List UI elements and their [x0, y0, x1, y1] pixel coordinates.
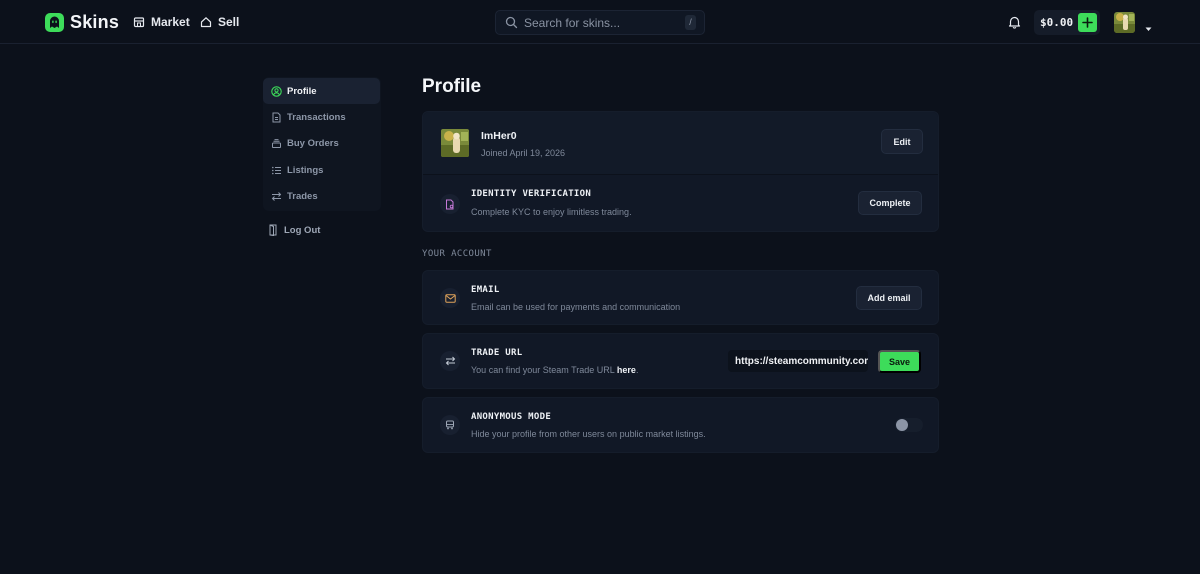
anonymous-mode-title: ANONYMOUS MODE [471, 412, 552, 422]
search-bar: / [495, 10, 705, 35]
swap-icon [271, 191, 282, 201]
edit-profile-button[interactable]: Edit [881, 129, 923, 154]
nav-sell-label: Sell [218, 15, 240, 29]
mail-icon [444, 293, 456, 303]
identity-description: Complete KYC to enjoy limitless trading. [471, 207, 632, 217]
user-avatar[interactable] [1114, 12, 1135, 33]
card-divider [423, 174, 938, 175]
user-circle-icon [271, 85, 282, 97]
profile-summary: ImHer0 Joined April 19, 2026 Edit [423, 112, 938, 174]
trade-url-title: TRADE URL [471, 348, 523, 358]
email-icon-badge [440, 288, 460, 308]
search-input[interactable] [524, 14, 674, 32]
nav-market-label: Market [151, 15, 190, 29]
list-icon [272, 166, 281, 174]
nav-sell[interactable]: Sell [200, 15, 239, 29]
profile-username: ImHer0 [481, 130, 517, 142]
ghost-logo-icon [45, 13, 64, 32]
sidebar-item-label: Profile [287, 85, 317, 97]
trade-url-input[interactable] [728, 350, 868, 372]
brand-name: Skins [70, 12, 120, 32]
email-card: EMAIL Email can be used for payments and… [422, 270, 939, 325]
sidebar-item-profile[interactable]: Profile [263, 78, 380, 104]
trade-url-desc-text: You can find your Steam Trade URL [471, 365, 617, 375]
sidebar-item-label: Buy Orders [287, 137, 339, 149]
profile-card: ImHer0 Joined April 19, 2026 Edit IDENTI… [422, 111, 939, 232]
add-email-button[interactable]: Add email [856, 286, 922, 310]
storefront-icon [133, 17, 145, 28]
logout-label: Log Out [284, 224, 321, 236]
door-exit-icon [269, 224, 277, 236]
anonymous-mode-card: ANONYMOUS MODE Hide your profile from ot… [422, 397, 939, 453]
trade-url-desc-suffix: . [635, 365, 639, 375]
brand-logo[interactable]: Skins [45, 12, 119, 33]
toggle-knob [896, 419, 908, 431]
notifications-bell-icon[interactable] [1008, 15, 1021, 34]
nav-market[interactable]: Market [133, 15, 190, 29]
anonymous-mode-description: Hide your profile from other users on pu… [471, 429, 706, 439]
chevron-down-icon[interactable] [1145, 19, 1152, 37]
email-title: EMAIL [471, 285, 500, 295]
identity-icon-badge [440, 194, 460, 214]
anonymous-icon-badge [440, 415, 460, 435]
profile-joined-date: Joined April 19, 2026 [481, 148, 566, 158]
section-label: YOUR ACCOUNT [422, 249, 492, 259]
search-shortcut-hint: / [685, 15, 696, 30]
sidebar-item-label: Listings [287, 164, 324, 176]
profile-avatar [441, 129, 469, 157]
page-title: Profile [422, 76, 482, 97]
logout-button[interactable]: Log Out [268, 224, 320, 236]
stack-icon [272, 138, 281, 148]
trade-icon-badge [440, 351, 460, 371]
email-description: Email can be used for payments and commu… [471, 302, 681, 312]
trade-url-description: You can find your Steam Trade URL here. [471, 365, 638, 375]
balance-amount: $0.00 [1040, 16, 1074, 29]
home-icon [200, 17, 212, 28]
id-badge-icon [446, 199, 454, 209]
identity-title: IDENTITY VERIFICATION [471, 189, 592, 199]
search-icon [505, 16, 518, 29]
complete-kyc-button[interactable]: Complete [858, 191, 922, 215]
trade-url-card: TRADE URL You can find your Steam Trade … [422, 333, 939, 389]
sidebar-item-label: Transactions [287, 111, 346, 123]
trade-url-here-link[interactable]: here [617, 365, 636, 375]
sidebar-item-listings[interactable]: Listings [263, 157, 380, 183]
sidebar-item-label: Trades [287, 190, 318, 202]
incognito-icon [446, 420, 454, 430]
top-header: Skins Market Sell / $0.00 [0, 0, 1200, 44]
profile-sidebar: Profile Transactions Buy Orders Listings… [263, 77, 381, 211]
sidebar-item-trades[interactable]: Trades [263, 183, 380, 209]
anonymous-mode-toggle[interactable] [895, 418, 923, 432]
add-funds-button[interactable] [1078, 13, 1097, 32]
plus-icon [1082, 17, 1093, 28]
save-trade-url-button[interactable]: Save [878, 350, 921, 373]
receipt-icon [272, 112, 281, 122]
sidebar-item-transactions[interactable]: Transactions [263, 104, 380, 130]
sidebar-item-buy-orders[interactable]: Buy Orders [263, 130, 380, 156]
swap-icon [445, 356, 455, 366]
